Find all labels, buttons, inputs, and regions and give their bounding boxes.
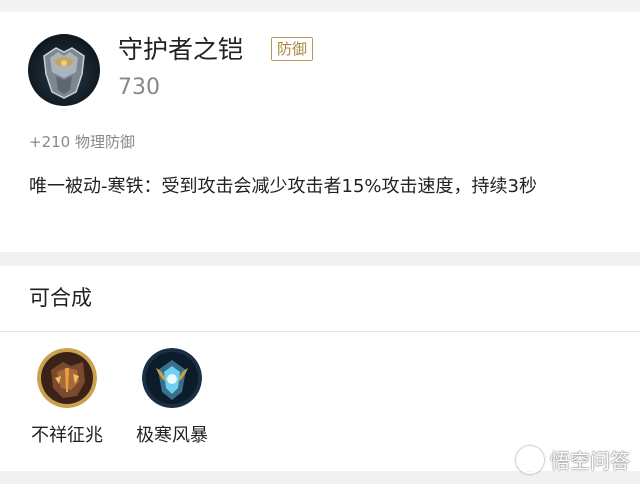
item-price: 730 xyxy=(118,75,160,100)
synthesis-item-omen[interactable]: 不祥征兆 xyxy=(12,348,122,448)
synthesis-item-frost-storm[interactable]: 极寒风暴 xyxy=(117,348,227,448)
watermark-text: 悟空问答 xyxy=(550,449,630,473)
divider xyxy=(0,331,640,332)
watermark: 悟空问答 xyxy=(516,445,630,474)
guardian-armor-icon xyxy=(28,34,100,106)
top-strip xyxy=(0,0,640,12)
synthesis-title: 可合成 xyxy=(29,286,92,310)
synthesis-item-label: 不祥征兆 xyxy=(31,425,103,446)
item-category-tag: 防御 xyxy=(271,37,314,61)
item-stat: +210 物理防御 xyxy=(29,133,135,151)
frost-storm-icon xyxy=(142,348,202,408)
chat-bubble-icon xyxy=(516,445,544,474)
synthesis-item-label: 极寒风暴 xyxy=(136,425,208,446)
omen-armor-icon xyxy=(37,348,97,408)
item-description: 唯一被动-寒铁：受到攻击会减少攻击者15%攻击速度，持续3秒 xyxy=(29,176,537,197)
item-name: 守护者之铠 xyxy=(118,35,244,64)
